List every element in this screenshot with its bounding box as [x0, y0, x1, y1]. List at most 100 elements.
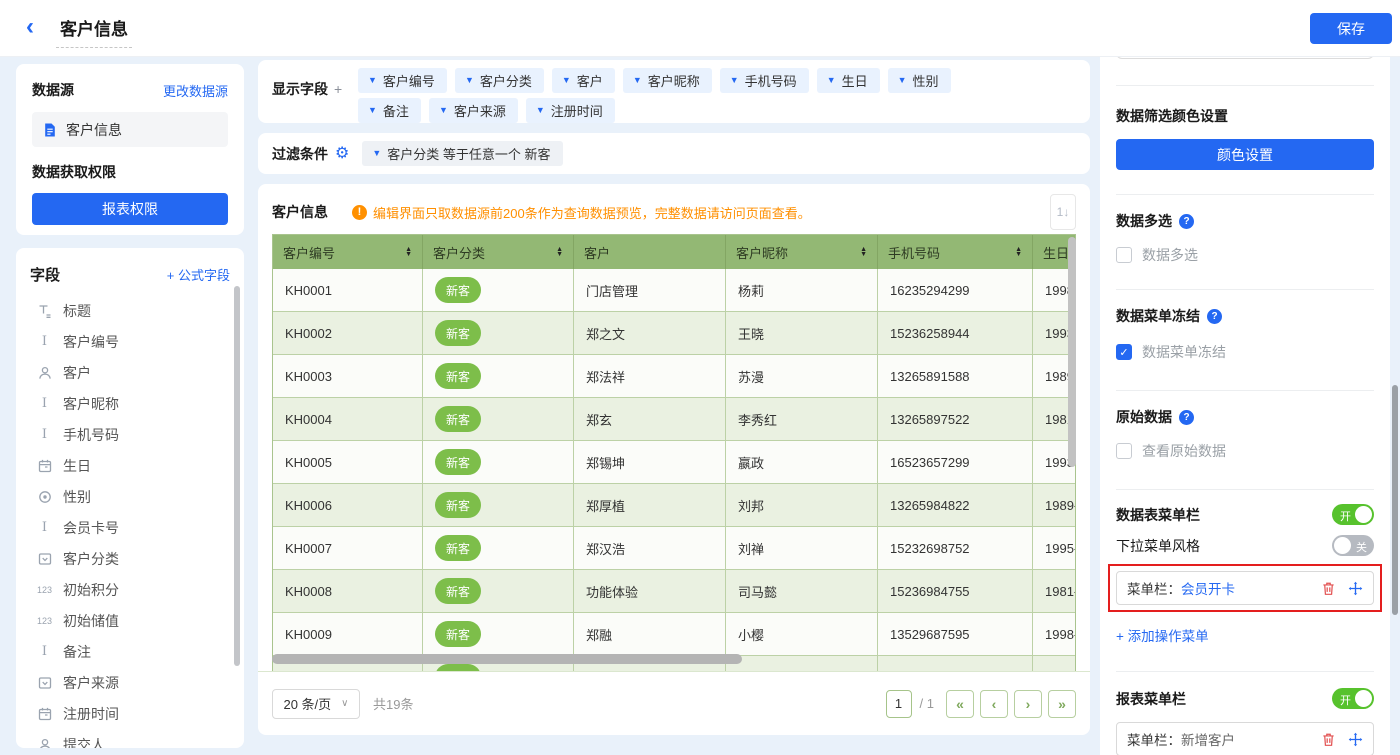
- save-button[interactable]: 保存: [1310, 13, 1392, 44]
- last-page-button[interactable]: »: [1048, 690, 1076, 718]
- table-cell: 15232698752: [878, 527, 1033, 570]
- table-cell: 郑锡坤: [574, 441, 726, 484]
- prev-page-button[interactable]: ‹: [980, 690, 1008, 718]
- field-item[interactable]: 123初始储值: [30, 605, 230, 636]
- field-item[interactable]: 123初始积分: [30, 574, 230, 605]
- table-row[interactable]: KH0002新客郑之文王晓152362589441993-08: [273, 312, 1075, 355]
- display-field-chip[interactable]: ▼客户编号: [358, 68, 447, 93]
- sort-arrows-icon[interactable]: ▲▼: [405, 247, 412, 258]
- number-icon: 123: [36, 616, 53, 626]
- column-header[interactable]: 客户分类▲▼: [423, 235, 574, 269]
- report-menu-item-row[interactable]: 菜单栏： 新增客户: [1116, 722, 1374, 755]
- back-icon[interactable]: ‹: [26, 13, 34, 41]
- table-menu-item-row[interactable]: 菜单栏： 会员开卡: [1116, 571, 1374, 605]
- field-item[interactable]: I客户昵称: [30, 388, 230, 419]
- display-field-chip[interactable]: ▼注册时间: [526, 98, 615, 123]
- display-field-chip[interactable]: ▼客户来源: [429, 98, 518, 123]
- display-field-chip[interactable]: ▼性别: [888, 68, 951, 93]
- display-field-chip[interactable]: ▼客户: [552, 68, 615, 93]
- move-icon[interactable]: [1348, 581, 1363, 596]
- category-badge: 新客: [435, 535, 481, 561]
- display-field-chip[interactable]: ▼客户昵称: [623, 68, 712, 93]
- help-icon[interactable]: ?: [1179, 410, 1194, 425]
- color-setting-button[interactable]: 颜色设置: [1116, 139, 1374, 170]
- sort-arrows-icon[interactable]: ▲▼: [556, 247, 563, 258]
- multi-select-title: 数据多选 ?: [1116, 211, 1374, 231]
- field-item[interactable]: 客户来源: [30, 667, 230, 698]
- table-cell: 郑法祥: [574, 355, 726, 398]
- report-menu-toggle[interactable]: 开: [1332, 688, 1374, 709]
- column-header[interactable]: 客户: [574, 235, 726, 269]
- multi-select-checkbox[interactable]: [1116, 247, 1132, 263]
- first-page-button[interactable]: «: [946, 690, 974, 718]
- field-item[interactable]: I手机号码: [30, 419, 230, 450]
- table-cell: 新客: [423, 484, 574, 527]
- column-header[interactable]: 手机号码▲▼: [878, 235, 1033, 269]
- page-scrollbar[interactable]: [1392, 385, 1398, 615]
- table-row[interactable]: KH0009新客郑融小樱135296875951998-05: [273, 613, 1075, 656]
- help-icon[interactable]: ?: [1179, 214, 1194, 229]
- report-menu-item-value[interactable]: 新增客户: [1181, 729, 1235, 749]
- raw-data-checkbox[interactable]: [1116, 443, 1132, 459]
- table-row[interactable]: KH0007新客郑汉浩刘禅152326987521995-01: [273, 527, 1075, 570]
- sort-order-tool-button[interactable]: 1↓: [1050, 194, 1076, 230]
- field-item[interactable]: 生日: [30, 450, 230, 481]
- gear-icon[interactable]: ⚙: [335, 146, 349, 162]
- table-menu-item-value[interactable]: 会员开卡: [1181, 578, 1235, 598]
- display-field-chip[interactable]: ▼生日: [817, 68, 880, 93]
- text-icon: I: [36, 334, 53, 349]
- divider: [1116, 289, 1374, 290]
- table-menu-toggle[interactable]: 开: [1332, 504, 1374, 525]
- datasource-item[interactable]: 客户信息: [32, 112, 228, 147]
- field-item[interactable]: 客户分类: [30, 543, 230, 574]
- table-cell: KH0007: [273, 527, 423, 570]
- table-row[interactable]: KH0001新客门店管理杨莉162352942991998-05: [273, 269, 1075, 312]
- add-formula-field-link[interactable]: + 公式字段: [167, 265, 230, 284]
- current-page-input[interactable]: 1: [886, 690, 912, 718]
- multi-select-checkbox-row[interactable]: 数据多选: [1116, 245, 1374, 265]
- table-row[interactable]: KH0005新客郑锡坤嬴政165236572991993-08: [273, 441, 1075, 484]
- table-row[interactable]: KH0008新客功能体验司马懿152369847551981-06: [273, 570, 1075, 613]
- report-permission-button[interactable]: 报表权限: [32, 193, 228, 225]
- dropdown-style-toggle[interactable]: 关: [1332, 535, 1374, 556]
- field-item[interactable]: I会员卡号: [30, 512, 230, 543]
- field-item[interactable]: I备注: [30, 636, 230, 667]
- table-vertical-scrollbar[interactable]: [1068, 237, 1076, 467]
- filter-condition-chip[interactable]: ▼ 客户分类 等于任意一个 新客: [362, 141, 562, 166]
- field-item[interactable]: 提交人: [30, 729, 230, 748]
- display-field-chip[interactable]: ▼客户分类: [455, 68, 544, 93]
- change-datasource-link[interactable]: 更改数据源: [163, 81, 228, 100]
- add-action-menu-link[interactable]: + 添加操作菜单: [1116, 625, 1374, 645]
- delete-icon[interactable]: [1321, 581, 1336, 596]
- divider: [1116, 390, 1374, 391]
- fields-scrollbar[interactable]: [234, 286, 240, 666]
- field-item[interactable]: 性别: [30, 481, 230, 512]
- menu-freeze-checkbox-row[interactable]: 数据菜单冻结: [1116, 342, 1374, 362]
- help-icon[interactable]: ?: [1207, 309, 1222, 324]
- field-item[interactable]: 注册时间: [30, 698, 230, 729]
- sort-arrows-icon[interactable]: ▲▼: [1015, 247, 1022, 258]
- field-item[interactable]: I客户编号: [30, 326, 230, 357]
- next-page-button[interactable]: ›: [1014, 690, 1042, 718]
- column-header[interactable]: 客户昵称▲▼: [726, 235, 878, 269]
- page-title[interactable]: 客户信息: [56, 15, 132, 48]
- raw-data-checkbox-row[interactable]: 查看原始数据: [1116, 441, 1374, 461]
- move-icon[interactable]: [1348, 732, 1363, 747]
- sort-arrows-icon[interactable]: ▲▼: [860, 247, 867, 258]
- page-size-select[interactable]: 20 条/页 ∨: [272, 689, 360, 719]
- customer-table: 客户编号▲▼客户分类▲▼客户客户昵称▲▼手机号码▲▼生日KH0001新客门店管理…: [272, 234, 1076, 671]
- table-row[interactable]: KH0006新客郑厚植刘邦132659848221989-11: [273, 484, 1075, 527]
- display-field-chip[interactable]: ▼备注: [358, 98, 421, 123]
- column-header[interactable]: 客户编号▲▼: [273, 235, 423, 269]
- display-field-chip[interactable]: ▼手机号码: [720, 68, 809, 93]
- table-row[interactable]: KH0003新客郑法祥苏漫132658915881989-11: [273, 355, 1075, 398]
- field-item[interactable]: 客户: [30, 357, 230, 388]
- delete-icon[interactable]: [1321, 732, 1336, 747]
- text-icon: I: [36, 644, 53, 659]
- field-item[interactable]: 标题: [30, 295, 230, 326]
- table-row[interactable]: KH0004新客郑玄李秀红132658975221981-06: [273, 398, 1075, 441]
- menu-freeze-checkbox[interactable]: [1116, 344, 1132, 360]
- add-display-field-button[interactable]: +: [334, 81, 342, 97]
- horizontal-scrollbar[interactable]: [272, 654, 742, 664]
- table-cell: 新客: [423, 312, 574, 355]
